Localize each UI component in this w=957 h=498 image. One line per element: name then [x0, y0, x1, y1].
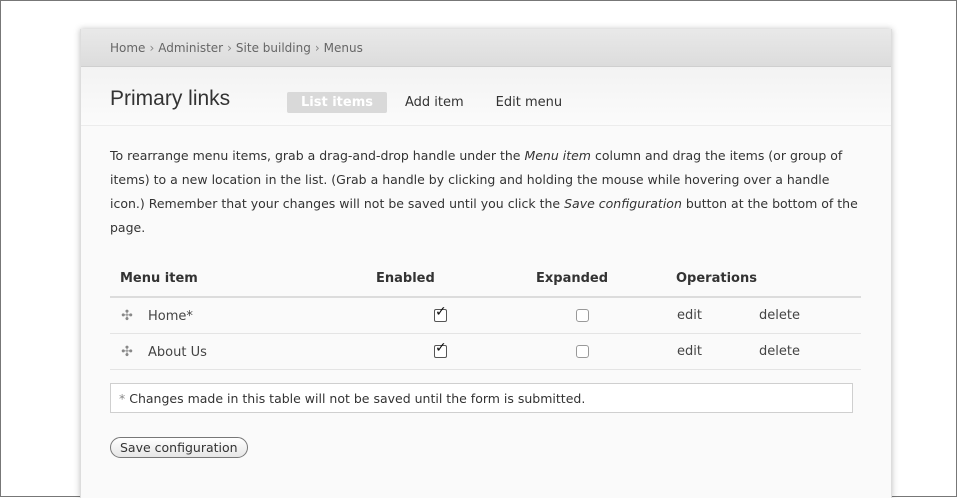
breadcrumb-administer[interactable]: Administer [158, 41, 223, 55]
save-configuration-button[interactable]: Save configuration [110, 437, 248, 458]
enabled-cell [376, 297, 536, 334]
main-content: To rearrange menu items, grab a drag-and… [81, 144, 891, 458]
page-header: Primary links List items Add item Edit m… [81, 67, 891, 126]
window-frame: Home › Administer › Site building › Menu… [0, 0, 957, 498]
expanded-cell [536, 333, 676, 370]
admin-panel: Home › Administer › Site building › Menu… [80, 29, 892, 498]
menu-item-cell: ✣ Home* [110, 297, 376, 334]
menu-item-link[interactable]: About Us [148, 345, 207, 360]
page-title: Primary links [110, 87, 231, 110]
expanded-checkbox[interactable] [576, 345, 589, 358]
header-operations: Operations [676, 266, 861, 298]
help-text-emphasis: Save configuration [564, 196, 682, 211]
expanded-cell [536, 297, 676, 334]
operations-cell: edit delete [676, 297, 861, 334]
edit-link[interactable]: edit [677, 344, 759, 359]
breadcrumb: Home › Administer › Site building › Menu… [81, 29, 891, 67]
breadcrumb-site-building[interactable]: Site building [236, 41, 311, 55]
table-header-row: Menu item Enabled Expanded Operations [110, 266, 861, 298]
help-text-emphasis: Menu item [524, 148, 591, 163]
header-menu-item: Menu item [110, 266, 376, 298]
tab-bar: List items Add item Edit menu [287, 92, 580, 113]
edit-link[interactable]: edit [677, 308, 759, 323]
expanded-checkbox[interactable] [576, 309, 589, 322]
help-text-part: To rearrange menu items, grab a drag-and… [110, 148, 525, 163]
delete-link[interactable]: delete [759, 308, 800, 323]
changes-warning: * Changes made in this table will not be… [110, 383, 853, 413]
operations-cell: edit delete [676, 333, 861, 370]
menu-item-link[interactable]: Home* [148, 309, 193, 324]
help-text: To rearrange menu items, grab a drag-and… [110, 144, 860, 240]
menu-item-cell: ✣ About Us [110, 333, 376, 370]
breadcrumb-separator: › [314, 40, 320, 55]
delete-link[interactable]: delete [759, 344, 800, 359]
enabled-cell [376, 333, 536, 370]
drag-handle-icon[interactable]: ✣ [120, 344, 134, 360]
tab-edit-menu[interactable]: Edit menu [482, 92, 576, 113]
breadcrumb-menus[interactable]: Menus [324, 41, 363, 55]
header-enabled: Enabled [376, 266, 536, 298]
warning-asterisk: * [119, 390, 126, 406]
tab-list-items[interactable]: List items [287, 92, 387, 113]
breadcrumb-home[interactable]: Home [110, 41, 145, 55]
enabled-checkbox[interactable] [434, 340, 447, 358]
tab-add-item[interactable]: Add item [391, 92, 478, 113]
warning-text: Changes made in this table will not be s… [129, 390, 586, 406]
breadcrumb-separator: › [149, 40, 155, 55]
header-expanded: Expanded [536, 266, 676, 298]
table-row: ✣ About Us editdelete [110, 333, 861, 370]
breadcrumb-separator: › [227, 40, 232, 55]
menu-items-table: Menu item Enabled Expanded Operations ✣ H… [110, 266, 861, 370]
drag-handle-icon[interactable]: ✣ [120, 308, 134, 324]
table-row: ✣ Home* editdelete [110, 297, 861, 334]
enabled-checkbox[interactable] [434, 304, 447, 322]
